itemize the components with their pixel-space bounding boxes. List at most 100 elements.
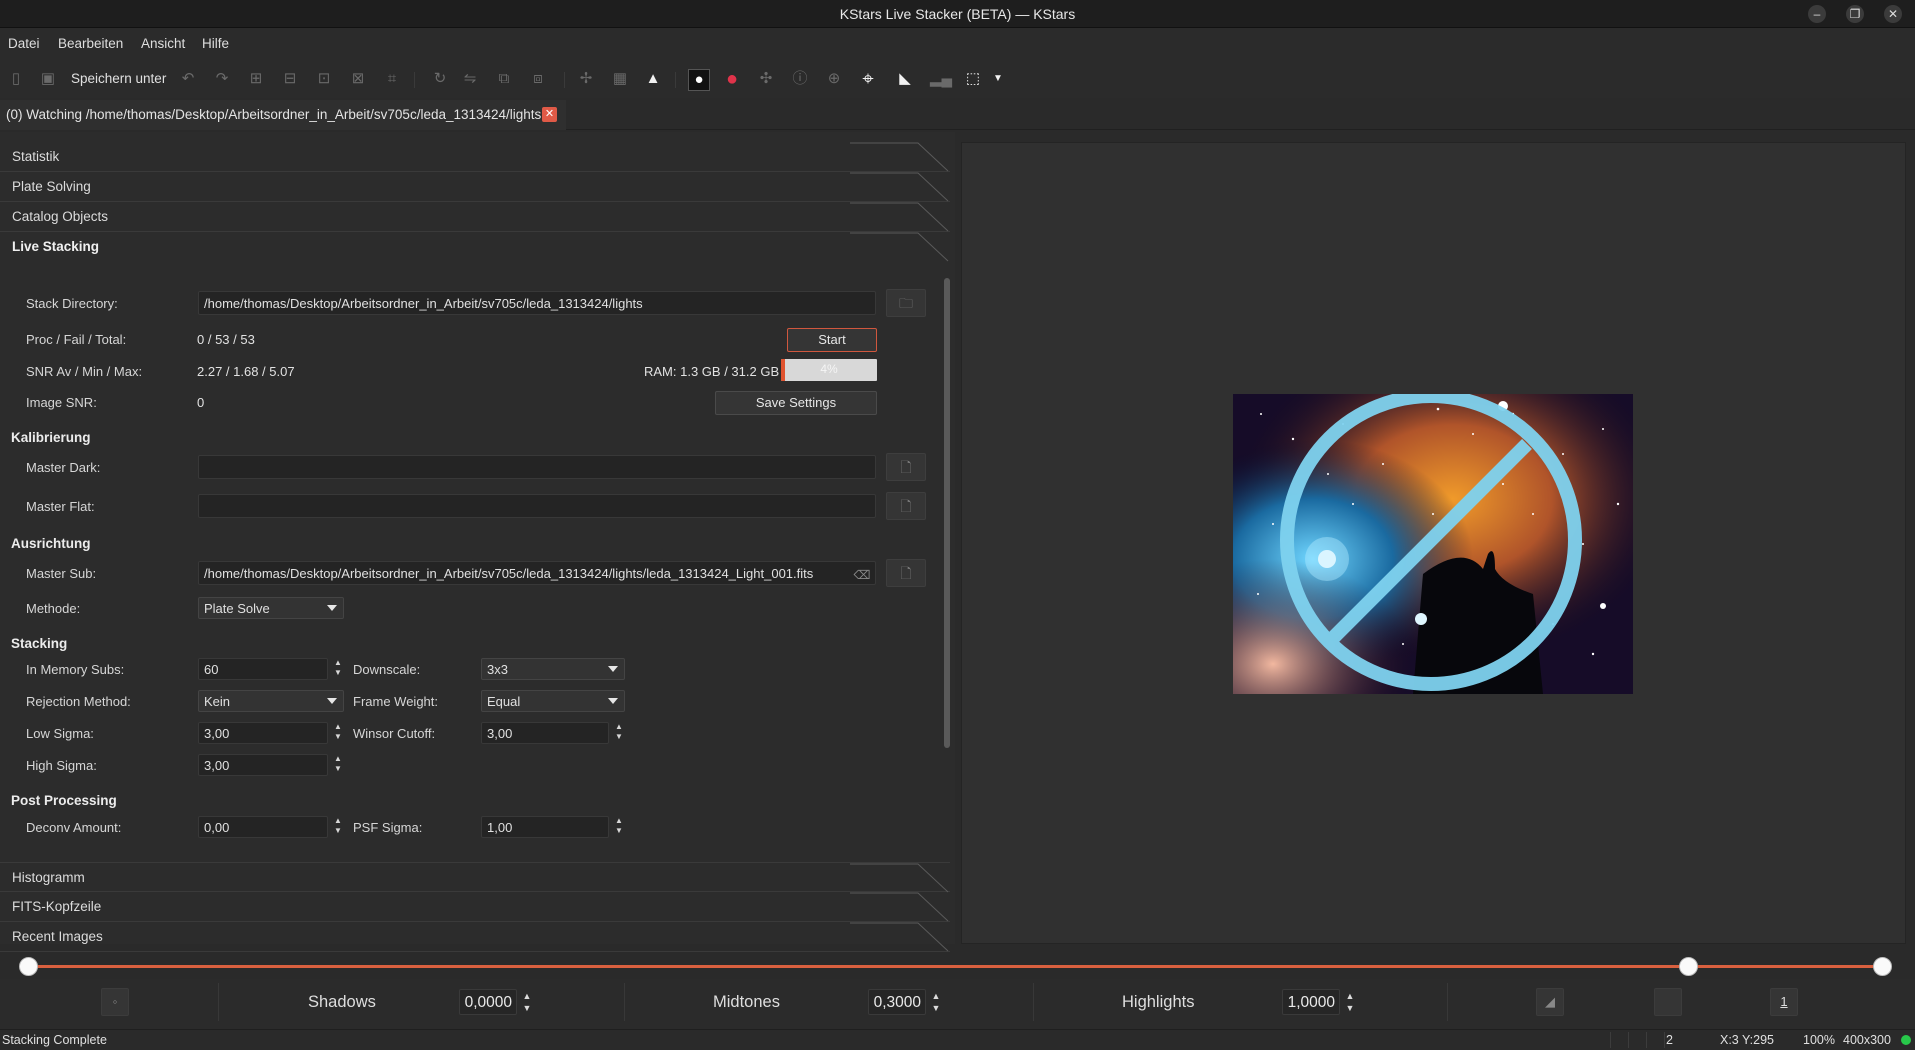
filter-icon[interactable]: ⧉	[494, 69, 514, 89]
reset-button[interactable]: 1	[1770, 988, 1798, 1016]
file-icon[interactable]: 🗋	[886, 559, 926, 587]
histogram-bars-icon[interactable]: ▂▄	[930, 69, 952, 89]
star-detect-icon[interactable]: ●	[688, 69, 710, 91]
section-histogramm[interactable]: Histogramm	[0, 862, 950, 893]
file-icon[interactable]: 🗋	[886, 492, 926, 520]
section-recent-images[interactable]: Recent Images	[0, 922, 950, 952]
apply-icon[interactable]	[1654, 988, 1682, 1016]
spin-arrows-icon[interactable]: ▲ ▼	[333, 658, 343, 680]
image-viewer[interactable]	[961, 142, 1906, 944]
methode-select[interactable]: Plate Solve	[198, 597, 344, 619]
auto-stretch-icon[interactable]: ◦	[101, 988, 129, 1016]
shadows-spinbox[interactable]: 0,0000	[459, 989, 517, 1015]
spin-arrows-icon[interactable]: ▲ ▼	[1344, 990, 1356, 1014]
folder-icon[interactable]: 🗀	[886, 289, 926, 317]
spin-arrows-icon[interactable]: ▲ ▼	[930, 990, 942, 1014]
spin-arrows-icon[interactable]: ▲ ▼	[333, 722, 343, 744]
spin-arrows-icon[interactable]: ▲ ▼	[333, 816, 343, 838]
file-icon[interactable]: 🗋	[886, 453, 926, 481]
stretch-icon[interactable]: ⧈	[528, 69, 548, 89]
save-settings-button[interactable]: Save Settings	[715, 391, 877, 415]
master-sub-label: Master Sub:	[26, 566, 97, 581]
save-as-button[interactable]: Speichern unter	[71, 71, 166, 86]
in-memory-spinbox[interactable]: 60	[198, 658, 328, 680]
close-window-icon[interactable]: ✕	[1884, 5, 1902, 23]
high-sigma-spinbox[interactable]: 3,00	[198, 754, 328, 776]
levels-slider[interactable]	[0, 953, 1915, 979]
midtones-label: Midtones	[713, 993, 780, 1011]
section-live-stacking[interactable]: Live Stacking	[0, 232, 950, 262]
section-plate-solving[interactable]: Plate Solving	[0, 172, 950, 202]
flip-icon[interactable]: ⇋	[460, 69, 480, 89]
snr-label: SNR Av / Min / Max:	[26, 364, 143, 379]
ram-progress-text: 4%	[820, 362, 838, 376]
histogram-icon[interactable]: ◢	[1536, 988, 1564, 1016]
spin-arrows-icon[interactable]: ▲ ▼	[614, 722, 624, 744]
zoom-default-icon[interactable]: ⊡	[314, 69, 334, 89]
master-flat-field[interactable]	[198, 494, 876, 518]
grid-icon[interactable]: ▦	[610, 69, 630, 89]
spin-arrows-icon[interactable]: ▲ ▼	[333, 754, 343, 776]
post-processing-heading: Post Processing	[11, 793, 117, 808]
objects-icon[interactable]: ◣	[895, 69, 915, 89]
frame-weight-select[interactable]: Equal	[481, 690, 625, 712]
status-separator	[1646, 1032, 1647, 1048]
chevron-down-icon	[608, 698, 618, 704]
minimize-icon[interactable]: –	[1808, 5, 1826, 23]
master-dark-field[interactable]	[198, 455, 876, 479]
menu-ansicht[interactable]: Ansicht	[141, 36, 185, 51]
eq-grid-icon[interactable]: ⊕	[824, 69, 844, 89]
rotate-icon[interactable]: ↻	[430, 69, 450, 89]
zoom-fill-icon[interactable]: ⌗	[382, 69, 402, 89]
redo-icon[interactable]: ↷	[212, 69, 232, 89]
tab-watching[interactable]: (0) Watching /home/thomas/Desktop/Arbeit…	[0, 100, 566, 130]
menu-datei[interactable]: Datei	[8, 36, 40, 51]
rejection-select[interactable]: Kein	[198, 690, 344, 712]
deconv-spinbox[interactable]: 0,00	[198, 816, 328, 838]
zoom-out-icon[interactable]: ⊟	[280, 69, 300, 89]
selection-icon[interactable]: ⬚	[963, 69, 983, 89]
midtones-spinbox[interactable]: 0,3000	[868, 989, 926, 1015]
winsor-spinbox[interactable]: 3,00	[481, 722, 609, 744]
section-statistik[interactable]: Statistik	[0, 142, 950, 172]
chevron-down-icon[interactable]: ▼	[988, 69, 1008, 89]
open-file-icon[interactable]: ▯	[6, 69, 26, 89]
highlights-handle[interactable]	[1873, 957, 1892, 976]
highlights-spinbox[interactable]: 1,0000	[1282, 989, 1340, 1015]
spin-arrows-icon[interactable]: ▲ ▼	[614, 816, 624, 838]
section-fits-header[interactable]: FITS-Kopfzeile	[0, 892, 950, 922]
triangle-icon[interactable]: ▲	[643, 69, 663, 89]
status-separator	[1628, 1032, 1629, 1048]
frame-weight-value: Equal	[487, 694, 521, 709]
methode-value: Plate Solve	[204, 601, 270, 616]
start-button[interactable]: Start	[787, 328, 877, 352]
master-sub-field[interactable]: /home/thomas/Desktop/Arbeitsordner_in_Ar…	[198, 561, 876, 585]
section-tab-shape	[850, 863, 949, 893]
record-icon[interactable]: ●	[722, 69, 742, 89]
downscale-select[interactable]: 3x3	[481, 658, 625, 680]
rejection-label: Rejection Method:	[26, 694, 131, 709]
low-sigma-spinbox[interactable]: 3,00	[198, 722, 328, 744]
crosshair-icon[interactable]: ⌖	[858, 69, 878, 89]
info-icon[interactable]: ⓘ	[790, 69, 810, 89]
scrollbar-thumb[interactable]	[944, 278, 950, 748]
midtones-handle[interactable]	[1679, 957, 1698, 976]
close-tab-icon[interactable]: ✕	[542, 107, 557, 122]
stack-directory-field[interactable]: /home/thomas/Desktop/Arbeitsordner_in_Ar…	[198, 291, 876, 315]
zoom-fit-icon[interactable]: ⊠	[348, 69, 368, 89]
left-panel-scrollbar[interactable]	[943, 258, 952, 848]
shadows-handle[interactable]	[19, 957, 38, 976]
zoom-in-icon[interactable]: ⊞	[246, 69, 266, 89]
maximize-icon[interactable]: ❐	[1846, 5, 1864, 23]
undo-icon[interactable]: ↶	[178, 69, 198, 89]
select-stars-icon[interactable]: ✣	[756, 69, 776, 89]
crosshair-lines-icon[interactable]: ✢	[576, 69, 596, 89]
psf-sigma-spinbox[interactable]: 1,00	[481, 816, 609, 838]
section-catalog-objects[interactable]: Catalog Objects	[0, 202, 950, 232]
proc-value: 0 / 53 / 53	[197, 332, 255, 347]
save-icon[interactable]: ▣	[38, 69, 58, 89]
clear-field-icon[interactable]: ⌫	[852, 565, 872, 585]
spin-arrows-icon[interactable]: ▲ ▼	[521, 990, 533, 1014]
menu-bearbeiten[interactable]: Bearbeiten	[58, 36, 123, 51]
menu-hilfe[interactable]: Hilfe	[202, 36, 229, 51]
